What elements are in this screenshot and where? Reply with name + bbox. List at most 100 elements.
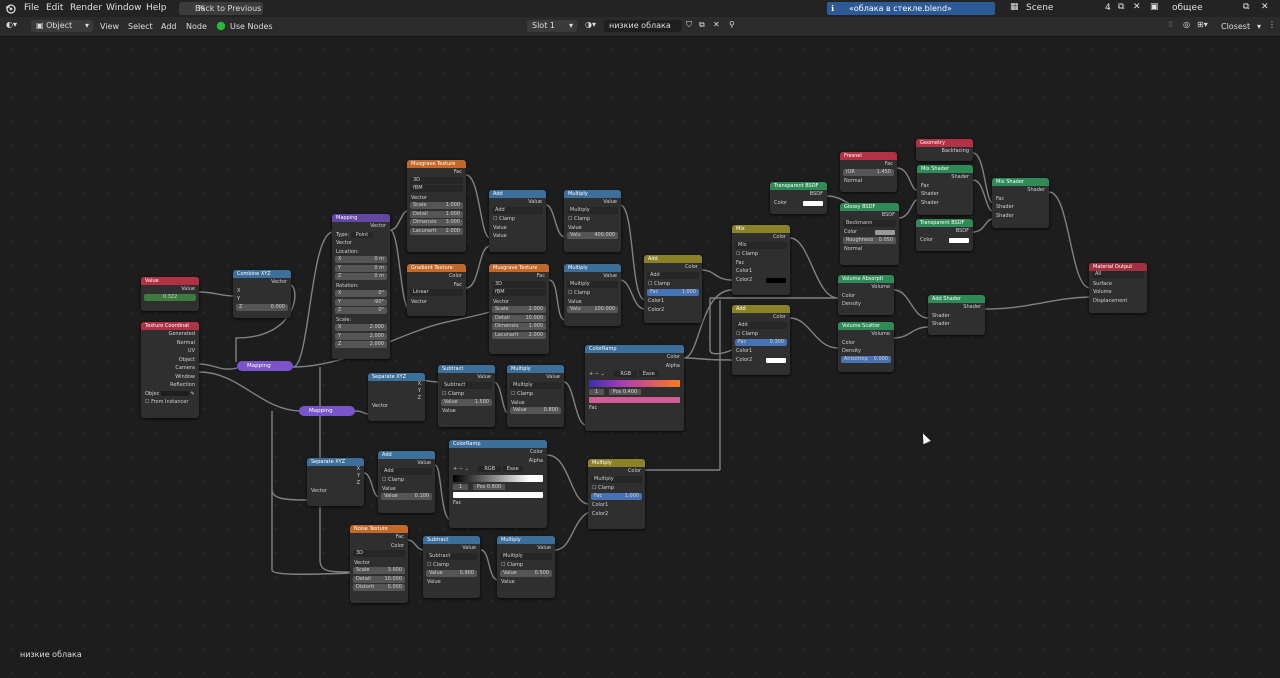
blend-type-dropdown[interactable]: Add: [735, 321, 787, 329]
node-header[interactable]: Value: [141, 277, 199, 285]
node-header[interactable]: Add Shader: [928, 295, 985, 303]
operation-dropdown[interactable]: Multiply: [500, 552, 552, 560]
node-header[interactable]: Mapping: [332, 214, 390, 222]
node-header[interactable]: Transparent BSDF: [770, 182, 827, 190]
node-header[interactable]: Material Output: [1089, 263, 1147, 271]
math-multiply-node-3[interactable]: Multiply Value Multiply ☐ Clamp Value Va…: [507, 365, 564, 427]
input-color-2[interactable]: Color2: [732, 276, 790, 285]
distribution-dropdown[interactable]: Beckmann: [843, 219, 896, 227]
stop-index-field[interactable]: 1: [453, 483, 469, 490]
color-swatch[interactable]: [875, 230, 895, 235]
node-header[interactable]: Multiply: [588, 459, 645, 467]
color-ramp-gradient[interactable]: [453, 474, 543, 482]
detail-field[interactable]: Detail 10.000: [492, 314, 546, 322]
target-dropdown[interactable]: All: [1092, 271, 1144, 278]
node-header[interactable]: Add: [732, 305, 790, 313]
fresnel-node[interactable]: Fresnel Fac IOR 1.450 Normal: [840, 152, 897, 192]
operation-dropdown[interactable]: Multiply: [510, 381, 561, 389]
interpolation-dropdown[interactable]: Ease: [502, 466, 523, 472]
rotation-x-field[interactable]: X 0°: [335, 290, 387, 297]
scale-field[interactable]: Scale 3.000: [353, 567, 405, 574]
mix-rgb-add-node-2[interactable]: Add Color Add ☐ Clamp Fac 0.300 Color1 Co…: [732, 305, 790, 375]
operation-dropdown[interactable]: Multiply: [567, 280, 618, 288]
volume-absorption-node[interactable]: Volume Absorpti Volume Color Density: [838, 275, 894, 315]
clamp-checkbox[interactable]: ☐ Clamp: [497, 561, 555, 570]
node-header[interactable]: Mix Shader: [992, 178, 1049, 186]
node-header[interactable]: Texture Coordinat: [141, 322, 199, 330]
node-header[interactable]: Add: [378, 451, 435, 459]
dimension-field[interactable]: Dimensio 3.000: [410, 219, 463, 226]
texture-coordinate-node[interactable]: Texture Coordinat Generated Normal UV Ob…: [141, 322, 199, 418]
clamp-checkbox[interactable]: ☐ Clamp: [378, 476, 435, 485]
lacunarity-field[interactable]: Lacunarit 2.000: [410, 227, 463, 235]
operation-dropdown[interactable]: Multiply: [567, 206, 618, 214]
mix-rgb-add-node[interactable]: Add Color Add ☐ Clamp Fac 1.000 Color1 Co…: [644, 255, 702, 323]
blend-type-dropdown[interactable]: Multiply: [591, 475, 642, 483]
input-value-2-field[interactable]: Valu 400.000: [567, 232, 618, 239]
clamp-checkbox[interactable]: ☐ Clamp: [438, 390, 495, 399]
blend-type-dropdown[interactable]: Mix: [735, 241, 787, 249]
math-subtract-node-1[interactable]: Subtract Value Subtract ☐ Clamp Value 1.5…: [438, 365, 495, 427]
node-header[interactable]: Subtract: [438, 365, 495, 373]
musgrave-type-dropdown[interactable]: fBM: [410, 185, 463, 192]
rotation-z-field[interactable]: Z 0°: [335, 307, 387, 314]
math-multiply-node-4[interactable]: Multiply Value Multiply ☐ Clamp Value 0.5…: [497, 536, 555, 598]
location-y-field[interactable]: Y0 m: [335, 264, 387, 272]
math-multiply-node-1[interactable]: Multiply Value Multiply ☐ Clamp Value Va…: [564, 190, 621, 252]
mix-shader-node-2[interactable]: Mix Shader Shader Fac Shader Shader: [992, 178, 1049, 228]
combine-xyz-node[interactable]: Combine XYZ Vector X Y Z 0.000: [233, 270, 291, 318]
object-field[interactable]: Objec ✎: [141, 390, 199, 399]
rotation-y-field[interactable]: Y -90°: [335, 298, 387, 306]
stop-color-swatch[interactable]: [453, 492, 543, 498]
dimensions-dropdown[interactable]: 3D: [353, 550, 405, 557]
musgrave-texture-node-1[interactable]: Musgrave Texture Fac 3D fBM Vector Scale…: [407, 160, 466, 252]
node-header[interactable]: Volume Scatter: [838, 322, 894, 330]
stop-color-swatch[interactable]: [589, 397, 680, 403]
fac-field[interactable]: Fac 1.000: [591, 492, 642, 500]
value-node[interactable]: Value Value 0.322: [141, 277, 199, 311]
operation-dropdown[interactable]: Add: [381, 467, 432, 475]
ior-field[interactable]: IOR 1.450: [843, 168, 894, 176]
color-ramp-node-1[interactable]: ColorRamp Color Alpha + − ⌄ RGB Ease 1 P…: [585, 345, 684, 431]
node-header[interactable]: Glossy BSDF: [840, 203, 899, 211]
separate-xyz-node-1[interactable]: Separate XYZ X Y Z Vector: [368, 373, 425, 421]
input-color[interactable]: Color: [770, 199, 827, 208]
input-z-field[interactable]: Z 0.000: [236, 303, 288, 311]
input-value-1-field[interactable]: Value 1.500: [441, 398, 492, 406]
node-header[interactable]: Gradient Texture: [407, 264, 466, 272]
chevron-down-icon[interactable]: ⌄: [465, 466, 469, 472]
gradient-texture-node[interactable]: Gradient Texture Color Fac Linear Vector: [407, 264, 466, 316]
dimension-field[interactable]: Dimensio 1.000: [492, 323, 546, 330]
math-add-node-2[interactable]: Add Value Add ☐ Clamp Value Value 0.100: [378, 451, 435, 513]
node-header[interactable]: Add: [489, 190, 546, 198]
node-header[interactable]: Musgrave Texture: [407, 160, 466, 168]
dimensions-dropdown[interactable]: 3D: [492, 280, 546, 288]
clamp-checkbox[interactable]: ☐ Clamp: [489, 215, 546, 224]
node-header[interactable]: Subtract: [423, 536, 480, 544]
chevron-down-icon[interactable]: ⌄: [601, 371, 605, 377]
scale-x-field[interactable]: X 2.000: [335, 324, 387, 331]
anisotropy-field[interactable]: Anisotrop 0.000: [841, 355, 891, 363]
distortion-field[interactable]: Distorti 0.000: [353, 584, 405, 591]
node-header[interactable]: Geometry: [916, 139, 973, 147]
transparent-bsdf-node-2[interactable]: Transparent BSDF BSDF Color: [916, 219, 973, 251]
node-header[interactable]: Noise Texture: [350, 525, 408, 533]
input-value-2-field[interactable]: Value 0.100: [381, 493, 432, 500]
from-instancer-checkbox[interactable]: ☐ From Instancer: [141, 398, 199, 407]
stop-index-field[interactable]: 1: [589, 388, 605, 395]
scale-field[interactable]: Scale 2.000: [492, 306, 546, 313]
operation-dropdown[interactable]: Subtract: [441, 381, 492, 389]
math-subtract-node-2[interactable]: Subtract Value Subtract ☐ Clamp Value 0.9…: [423, 536, 480, 598]
lacunarity-field[interactable]: Lacunarit 2.000: [492, 331, 546, 339]
clamp-checkbox[interactable]: ☐ Clamp: [644, 280, 702, 289]
math-add-node-1[interactable]: Add Value Add ☐ Clamp Value Value: [489, 190, 546, 252]
node-header[interactable]: Volume Absorpti: [838, 275, 894, 283]
volume-scatter-node[interactable]: Volume Scatter Volume Color Density Anis…: [838, 322, 894, 372]
remove-stop-icon[interactable]: −: [459, 466, 463, 472]
node-header[interactable]: Mix: [732, 225, 790, 233]
color-swatch[interactable]: [949, 237, 969, 243]
node-header[interactable]: ColorRamp: [449, 440, 547, 448]
location-z-field[interactable]: Z0 m: [335, 273, 387, 280]
node-header[interactable]: Multiply: [497, 536, 555, 544]
node-header[interactable]: Separate XYZ: [368, 373, 425, 381]
